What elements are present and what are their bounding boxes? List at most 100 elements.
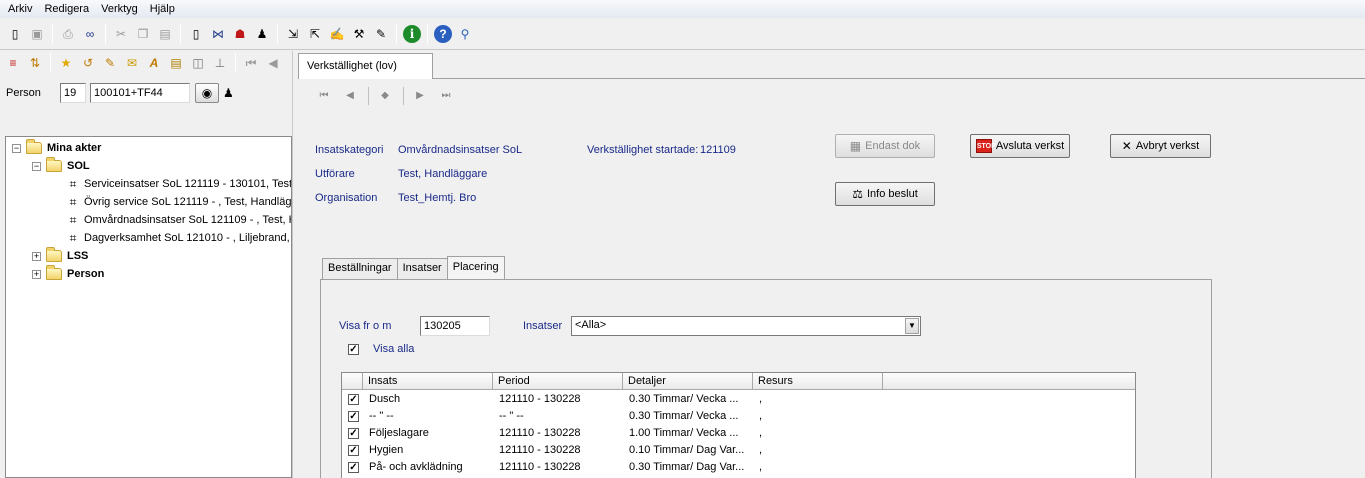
info-icon[interactable]: i <box>403 24 421 43</box>
tab-verkstallighet[interactable]: Verkställighet (lov) <box>298 53 433 79</box>
row-checkbox[interactable]: ✓ <box>348 462 359 473</box>
table-row[interactable]: ✓ På- och avklädning 121110 - 130228 0.3… <box>342 459 1135 476</box>
sign-icon[interactable]: ✍ <box>328 25 346 43</box>
collapse-icon[interactable]: − <box>32 161 41 171</box>
cell-resurs: , <box>759 444 763 456</box>
avbryt-verkst-button[interactable]: ✕ Avbryt verkst <box>1110 134 1211 158</box>
note-icon[interactable]: ✎ <box>101 54 119 72</box>
menu-verktyg[interactable]: Verktyg <box>96 0 145 18</box>
paste-icon[interactable]: ▤ <box>156 25 174 43</box>
cut-icon[interactable]: ✂ <box>112 25 130 43</box>
tree-node-mina-akter[interactable]: − Mina akter <box>12 139 101 157</box>
book-icon[interactable]: ◫ <box>189 54 207 72</box>
cell-insats: Följeslagare <box>369 427 429 439</box>
prev-record-icon[interactable]: ◀ <box>342 87 358 105</box>
tree-node-sol[interactable]: − SOL <box>32 157 90 175</box>
decision-icon: ⌗ <box>69 195 77 209</box>
row-checkbox[interactable]: ✓ <box>348 394 359 405</box>
import-icon[interactable]: ⇱ <box>306 25 324 43</box>
column-detaljer[interactable]: Detaljer <box>623 373 753 390</box>
list-icon[interactable]: ≡ <box>4 54 22 72</box>
export-icon[interactable]: ⇲ <box>284 25 302 43</box>
table-row[interactable]: ✓ Dusch 121110 - 130228 0.30 Timmar/ Vec… <box>342 391 1135 408</box>
sort-icon[interactable]: ⇅ <box>26 54 44 72</box>
column-period[interactable]: Period <box>493 373 623 390</box>
cell-period: 121110 - 130228 <box>499 427 581 439</box>
expand-icon[interactable]: + <box>32 269 41 279</box>
visa-from-label: Visa fr o m <box>339 320 392 332</box>
decision-icon: ⌗ <box>69 177 77 191</box>
tools-icon[interactable]: ⚒ <box>350 25 368 43</box>
row-checkbox[interactable]: ✓ <box>348 428 359 439</box>
tab-bestallningar[interactable]: Beställningar <box>322 258 398 279</box>
tab-insatser[interactable]: Insatser <box>396 258 448 279</box>
undo-icon[interactable]: ↺ <box>79 54 97 72</box>
person-id-input[interactable]: 100101+TF44 <box>90 83 190 103</box>
prev-icon[interactable]: ◀ <box>264 54 282 72</box>
visa-from-input[interactable]: 130205 <box>420 316 490 336</box>
avsluta-label: Avsluta verkst <box>995 140 1065 152</box>
left-pane-header: ≡ ⇅ ★ ↺ ✎ ✉ A ▤ ◫ ⊥ ⏮ ◀ Person 19 100101… <box>0 51 292 133</box>
placering-grid: Insats Period Detaljer Resurs ✓ Dusch 12… <box>341 372 1136 478</box>
edit-icon[interactable]: ✎ <box>372 25 390 43</box>
expand-icon[interactable]: + <box>32 251 41 261</box>
column-insats[interactable]: Insats <box>363 373 493 390</box>
visa-alla-checkbox[interactable]: ✓ <box>348 343 359 355</box>
person-silhouette-icon[interactable]: ♟ <box>223 86 234 100</box>
print-icon[interactable]: ⎙ <box>59 25 77 43</box>
tree-leaf[interactable]: ⌗ Omvårdnadsinsatser SoL 121109 - , Test… <box>66 211 292 229</box>
mail-icon[interactable]: ✉ <box>123 54 141 72</box>
tree-node-lss[interactable]: + LSS <box>32 247 88 265</box>
chevron-down-icon[interactable]: ▼ <box>905 318 919 334</box>
collapse-icon[interactable]: − <box>12 143 21 153</box>
save-icon[interactable]: ▣ <box>28 25 46 43</box>
stamp-icon[interactable]: ⊥ <box>211 54 229 72</box>
table-row[interactable]: ✓ Följeslagare 121110 - 130228 1.00 Timm… <box>342 425 1135 442</box>
page-icon[interactable]: ▯ <box>187 25 205 43</box>
row-checkbox[interactable]: ✓ <box>348 411 359 422</box>
person-icon[interactable]: ♟ <box>253 25 271 43</box>
avsluta-verkst-button[interactable]: STOP Avsluta verkst <box>970 134 1070 158</box>
tab-placering[interactable]: Placering <box>446 256 505 279</box>
new-doc-icon[interactable]: ▯ <box>6 25 24 43</box>
table-row[interactable]: ✓ -- " -- -- " -- 0.30 Timmar/ Vecka ...… <box>342 408 1135 425</box>
row-checkbox[interactable]: ✓ <box>348 445 359 456</box>
next-record-icon[interactable]: ▶ <box>412 87 428 105</box>
find-icon[interactable]: ∞ <box>81 25 99 43</box>
toolbar-separator <box>427 23 428 44</box>
tree-leaf[interactable]: ⌗ Övrig service SoL 121119 - , Test, Han… <box>66 193 291 211</box>
table-row[interactable]: ✓ Hygien 121110 - 130228 0.10 Timmar/ Da… <box>342 442 1135 459</box>
doc-icon[interactable]: ▤ <box>167 54 185 72</box>
tree-leaf[interactable]: ⌗ Serviceinsatser SoL 121119 - 130101, T… <box>66 175 291 193</box>
tree-label: SOL <box>67 160 90 172</box>
text-icon[interactable]: A <box>145 54 163 72</box>
help-icon[interactable]: ? <box>434 24 452 43</box>
last-record-icon[interactable]: ⏭ <box>438 87 454 105</box>
pane-splitter[interactable] <box>292 51 297 478</box>
star-icon[interactable]: ★ <box>57 54 75 72</box>
grid-header-check <box>342 373 363 390</box>
menu-arkiv[interactable]: Arkiv <box>3 0 39 18</box>
endast-dok-button[interactable]: ▦ Endast dok <box>835 134 935 158</box>
search-help-icon[interactable]: ⚲ <box>456 25 474 43</box>
view-person-button[interactable]: ◉ <box>195 83 219 103</box>
people-icon[interactable]: ☗ <box>231 25 249 43</box>
first-record-icon[interactable]: ⏮ <box>316 87 332 105</box>
tree-label: Omvårdnadsinsatser SoL 121109 - , Test, … <box>84 214 292 226</box>
tree-node-person[interactable]: + Person <box>32 265 104 283</box>
column-resurs[interactable]: Resurs <box>753 373 883 390</box>
person-year-input[interactable]: 19 <box>60 83 86 103</box>
first-icon[interactable]: ⏮ <box>242 54 260 72</box>
toolbar-separator <box>235 53 236 73</box>
current-record-icon[interactable]: ◆ <box>377 87 393 105</box>
insatser-select[interactable]: <Alla> ▼ <box>571 316 921 336</box>
tree-leaf[interactable]: ⌗ Dagverksamhet SoL 121010 - , Liljebran… <box>66 229 291 247</box>
menu-redigera[interactable]: Redigera <box>39 0 96 18</box>
cell-detaljer: 1.00 Timmar/ Vecka ... <box>629 427 739 439</box>
menu-hjalp[interactable]: Hjälp <box>145 0 182 18</box>
info-beslut-button[interactable]: ⚖ Info beslut <box>835 182 935 206</box>
copy-icon[interactable]: ❐ <box>134 25 152 43</box>
grid-header: Insats Period Detaljer Resurs <box>342 373 1135 390</box>
tree-icon[interactable]: ⋈ <box>209 25 227 43</box>
cell-detaljer: 0.30 Timmar/ Dag Var... <box>629 461 745 473</box>
